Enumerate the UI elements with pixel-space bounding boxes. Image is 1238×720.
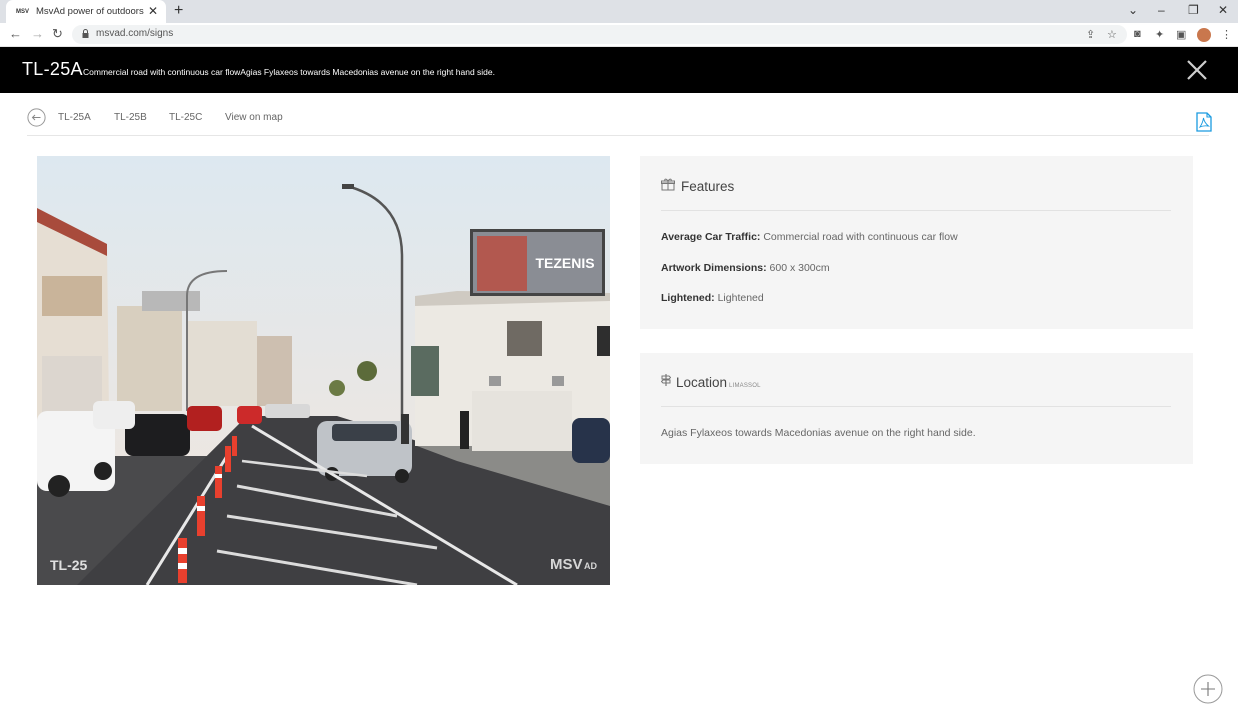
features-gift-icon [661, 178, 675, 191]
window-close-icon[interactable]: ✕ [1218, 3, 1228, 17]
feature-row-artwork-dimensions: Artwork Dimensions: 600 x 300cm [661, 262, 830, 274]
subnav-divider [27, 135, 1209, 136]
billboard-brand-text: TEZENIS [535, 255, 594, 271]
features-panel: Features Average Car Traffic: Commercial… [640, 156, 1193, 329]
tab-close-icon[interactable]: ✕ [148, 4, 158, 18]
tab-search-icon[interactable]: ⌄ [1128, 3, 1138, 17]
menu-kebab-icon[interactable]: ⋮ [1221, 28, 1232, 41]
subnav-link-tl-25c[interactable]: TL-25C [169, 112, 202, 123]
side-panel-icon[interactable]: ▣ [1176, 28, 1186, 41]
reload-icon[interactable]: ↻ [52, 26, 63, 42]
back-icon[interactable]: ← [9, 26, 22, 41]
share-icon[interactable]: ⇪ [1086, 28, 1095, 41]
feature-value: Lightened [714, 292, 764, 304]
feature-value: 600 x 300cm [766, 262, 830, 274]
feature-row-car-traffic: Average Car Traffic: Commercial road wit… [661, 231, 958, 243]
feature-label: Average Car Traffic: [661, 231, 761, 243]
location-heading: Location LIMASSOL [661, 373, 761, 390]
minimize-icon[interactable]: – [1158, 3, 1165, 17]
location-panel: Location LIMASSOL Agias Fylaxeos towards… [640, 353, 1193, 464]
url-text: msvad.com/signs [96, 28, 174, 39]
close-icon[interactable] [1185, 58, 1209, 82]
extensions-icon[interactable]: ✦ [1155, 28, 1164, 41]
tab-title: MsvAd power of outdoors [36, 6, 144, 17]
subnav-link-view-on-map[interactable]: View on map [225, 112, 283, 123]
feature-label: Lightened: [661, 292, 715, 304]
address-bar[interactable]: msvad.com/signs [72, 25, 1127, 44]
location-signpost-icon [661, 374, 671, 386]
msvad-logo-suffix: AD [584, 561, 597, 571]
sign-description: Commercial road with continuous car flow… [83, 67, 495, 77]
browser-toolbar: ← → ↻ msvad.com/signs ⇪ ☆ ◙ ✦ ▣ ⋮ [0, 23, 1238, 47]
forward-icon[interactable]: → [31, 26, 44, 41]
sign-header: TL-25A Commercial road with continuous c… [0, 47, 1238, 93]
features-title: Features [681, 179, 735, 194]
features-heading: Features [661, 178, 734, 194]
new-tab-icon[interactable]: + [174, 2, 183, 20]
features-divider [661, 210, 1171, 211]
photo-code-watermark: TL-25 [50, 557, 88, 573]
profile-avatar[interactable] [1197, 28, 1211, 42]
feature-row-lightened: Lightened: Lightened [661, 292, 764, 304]
location-city: LIMASSOL [729, 383, 761, 389]
feature-value: Commercial road with continuous car flow [760, 231, 958, 243]
bookmark-star-icon[interactable]: ☆ [1107, 28, 1117, 41]
location-description: Agias Fylaxeos towards Macedonias avenue… [661, 427, 976, 439]
location-divider [661, 406, 1171, 407]
browser-tab[interactable]: MSV MsvAd power of outdoors ✕ [6, 0, 166, 23]
pdf-download-icon[interactable] [1196, 112, 1212, 132]
browser-tabstrip: MSV MsvAd power of outdoors ✕ + ⌄ – ❐ ✕ [0, 0, 1238, 23]
subnav-link-tl-25b[interactable]: TL-25B [114, 112, 147, 123]
camera-icon[interactable]: ◙ [1134, 28, 1141, 40]
subnav-link-tl-25a[interactable]: TL-25A [58, 112, 91, 123]
restore-icon[interactable]: ❐ [1188, 3, 1199, 17]
location-title: Location [676, 375, 728, 390]
site-favicon-icon: MSV [16, 8, 30, 15]
back-arrow-icon[interactable] [27, 108, 46, 127]
msvad-logo-watermark: MSV [550, 556, 583, 573]
feature-label: Artwork Dimensions: [661, 262, 767, 274]
lock-icon [82, 29, 89, 38]
add-circle-icon[interactable] [1193, 674, 1223, 704]
sign-photo: TEZENIS TL-25 MSV AD [37, 156, 610, 585]
sign-code: TL-25A [22, 59, 83, 79]
